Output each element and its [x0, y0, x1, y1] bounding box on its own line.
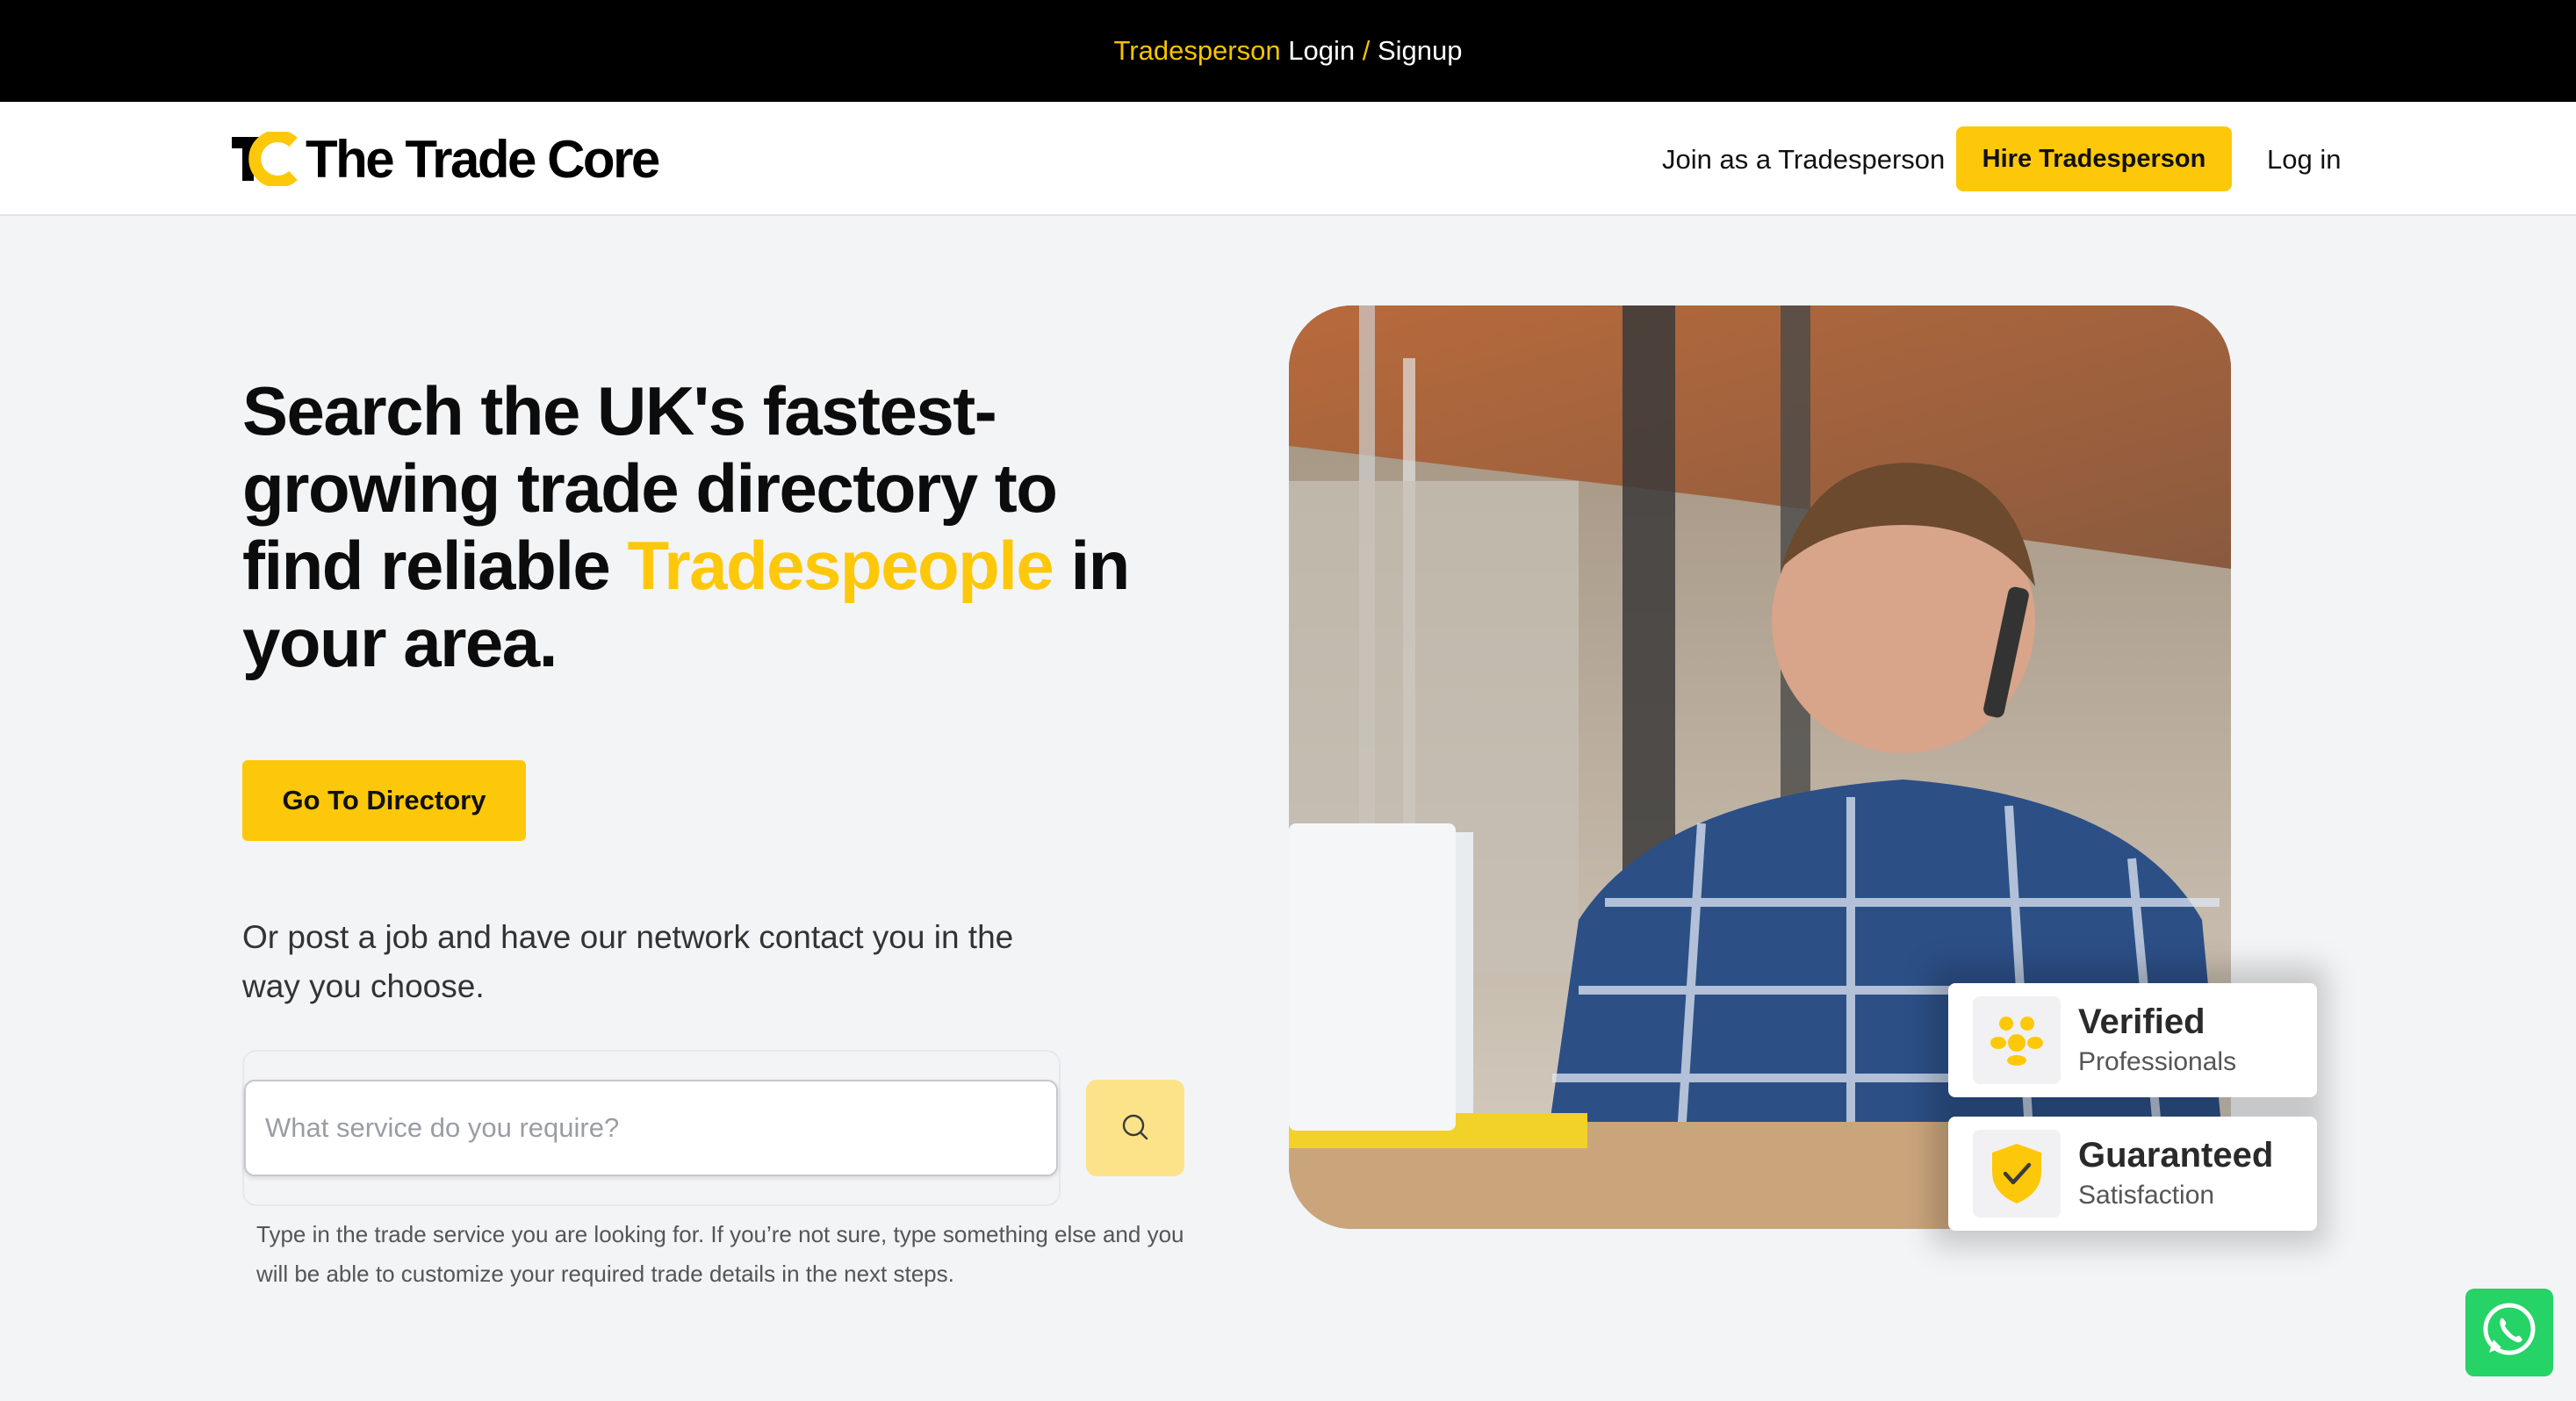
people-group-icon: [1973, 996, 2061, 1084]
whatsapp-chat-button[interactable]: [2465, 1289, 2553, 1376]
whatsapp-icon: [2477, 1298, 2542, 1368]
search-icon: [1120, 1112, 1150, 1145]
logo-text: The Trade Core: [306, 129, 660, 189]
hero-subtext: Or post a job and have our network conta…: [242, 919, 1014, 1004]
hero-headline: Search the UK's fastest-growing trade di…: [242, 372, 1191, 681]
tradesperson-login-link[interactable]: Login: [1288, 35, 1355, 67]
topbar-separator: /: [1362, 35, 1371, 66]
tradesperson-signup-link[interactable]: Signup: [1378, 35, 1463, 67]
go-to-directory-button[interactable]: Go To Directory: [242, 760, 526, 841]
guaranteed-title: Guaranteed: [2078, 1136, 2274, 1175]
top-announcement-bar: Tradesperson Login / Signup: [0, 0, 2576, 102]
service-search-input[interactable]: [244, 1080, 1058, 1176]
verified-badge: Verified Professionals: [1948, 983, 2317, 1097]
search-button[interactable]: [1086, 1080, 1184, 1176]
hire-tradesperson-button[interactable]: Hire Tradesperson: [1956, 126, 2232, 191]
guaranteed-badge: Guaranteed Satisfaction: [1948, 1117, 2317, 1231]
login-link[interactable]: Log in: [2267, 144, 2341, 176]
logo-tc-icon: [232, 130, 300, 188]
verified-subtitle: Professionals: [2078, 1047, 2237, 1076]
headline-highlight: Tradespeople: [627, 527, 1054, 604]
verified-badge-text: Verified Professionals: [2078, 1001, 2236, 1080]
site-header: The Trade Core Join as a Tradesperson Hi…: [0, 102, 2576, 216]
guaranteed-badge-text: Guaranteed Satisfaction: [2078, 1134, 2273, 1213]
join-as-tradesperson-link[interactable]: Join as a Tradesperson: [1662, 144, 1945, 176]
guaranteed-subtitle: Satisfaction: [2078, 1181, 2215, 1210]
verified-title: Verified: [2078, 1002, 2205, 1041]
search-helper-text: Type in the trade service you are lookin…: [256, 1221, 1184, 1287]
tradesperson-link[interactable]: Tradesperson: [1113, 35, 1280, 67]
shield-check-icon: [1973, 1130, 2061, 1218]
site-logo[interactable]: The Trade Core: [232, 128, 660, 190]
